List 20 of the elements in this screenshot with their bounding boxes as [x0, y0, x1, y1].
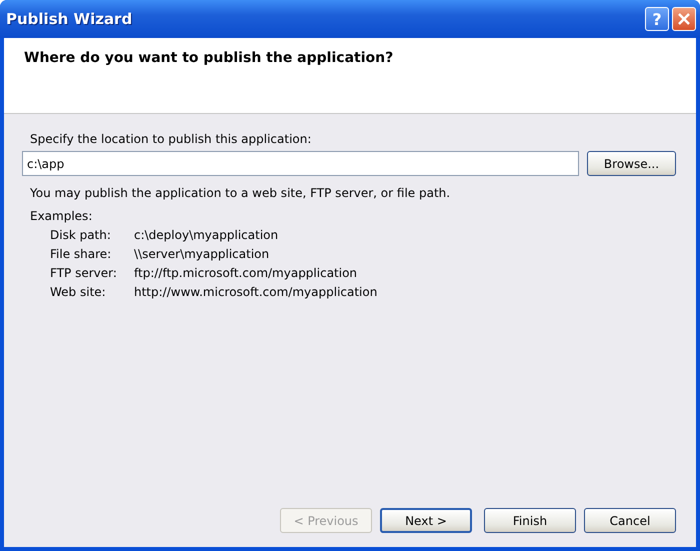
example-value: http://www.microsoft.com/myapplication	[134, 285, 378, 299]
description-text: You may publish the application to a web site, FTP server, or file path.	[30, 186, 452, 200]
close-icon	[678, 13, 690, 25]
window-title: Publish Wizard	[6, 10, 134, 28]
example-label: FTP server:	[50, 266, 118, 280]
example-value: c:\deploy\myapplication	[134, 228, 280, 242]
example-label: Web site:	[50, 285, 107, 299]
example-label: File share:	[50, 247, 112, 261]
wizard-button[interactable]: Next >	[380, 508, 472, 533]
page-question: Where do you want to publish the application?	[24, 50, 394, 66]
location-field[interactable]: c:\app	[22, 151, 579, 176]
close-button[interactable]	[672, 7, 696, 31]
location-label: Specify the location to publish this application:	[30, 132, 312, 146]
browse-button[interactable]: Browse...	[587, 151, 676, 176]
wizard-button[interactable]: Cancel	[584, 508, 676, 533]
example-value: \\server\myapplication	[134, 247, 270, 261]
example-label: Disk path:	[50, 228, 112, 242]
example-value: ftp://ftp.microsoft.com/myapplication	[134, 266, 358, 280]
examples-heading: Examples:	[30, 209, 94, 223]
wizard-button[interactable]: Finish	[484, 508, 576, 533]
